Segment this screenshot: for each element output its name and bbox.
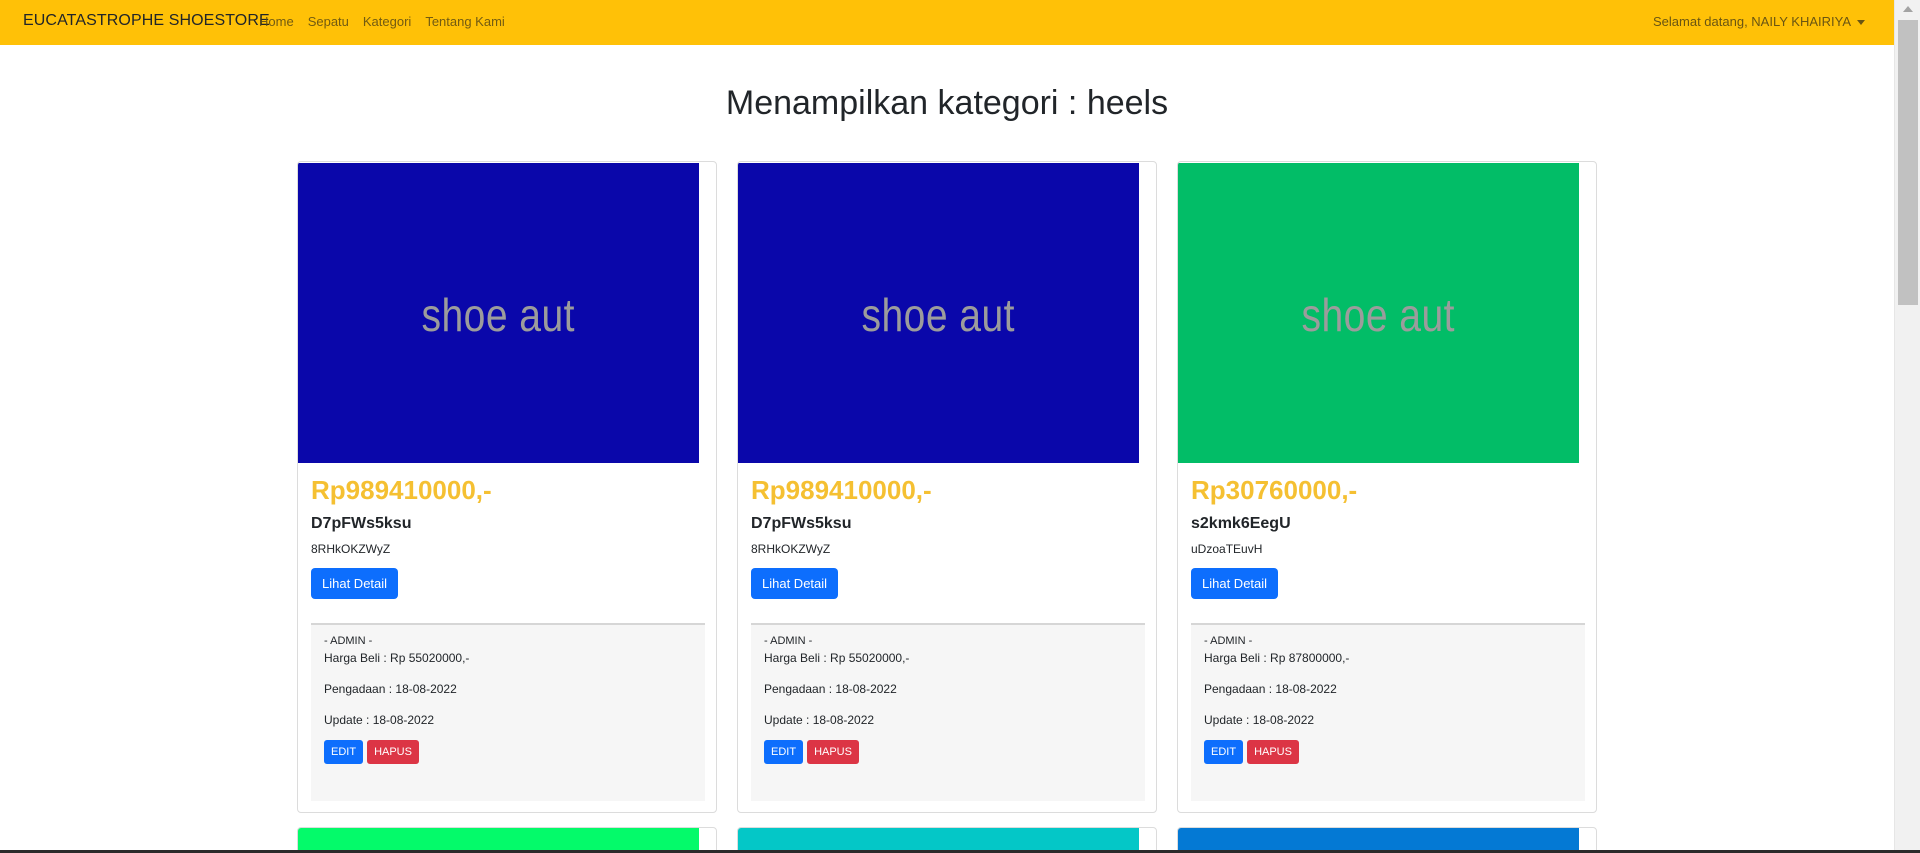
edit-button[interactable]: EDIT [1204,740,1244,764]
admin-actions: EDIT HAPUS [324,740,692,764]
admin-actions: EDIT HAPUS [764,740,1132,764]
product-name: D7pFWs5ksu [751,514,852,532]
nav-link-home[interactable]: Home [259,14,294,29]
brand-logo[interactable]: EUCATASTROPHE SHOESTORE [23,12,270,30]
user-dropdown[interactable]: Selamat datang, NAILY KHAIRIYA [1653,14,1865,29]
navbar: EUCATASTROPHE SHOESTORE Home Sepatu Kate… [0,0,1894,45]
purchase-price: Harga Beli : Rp 55020000,- [764,651,910,665]
product-image: shoe aut [1178,163,1579,463]
admin-label: - ADMIN - [1204,635,1253,647]
delete-button[interactable]: HAPUS [807,740,859,764]
browser-viewport: EUCATASTROPHE SHOESTORE Home Sepatu Kate… [0,0,1920,853]
admin-panel: - ADMIN - Harga Beli : Rp 55020000,- Pen… [751,623,1145,801]
product-name: s2kmk6EegU [1191,514,1291,532]
view-detail-button[interactable]: Lihat Detail [751,567,839,599]
product-card: shoe aut Rp30760000,- s2kmk6EegU uDzoaTE… [1177,161,1597,813]
product-price: Rp989410000,- [311,475,492,505]
procurement-date: Pengadaan : 18-08-2022 [764,682,897,696]
admin-panel: - ADMIN - Harga Beli : Rp 55020000,- Pen… [311,623,705,801]
purchase-price: Harga Beli : Rp 87800000,- [1204,651,1350,665]
nav-links: Home Sepatu Kategori Tentang Kami [259,14,505,29]
page-title: Menampilkan kategori : heels [725,84,1169,122]
edit-button[interactable]: EDIT [764,740,804,764]
procurement-date: Pengadaan : 18-08-2022 [1204,682,1337,696]
purchase-price: Harga Beli : Rp 55020000,- [324,651,470,665]
admin-label: - ADMIN - [764,635,813,647]
scroll-up-arrow-icon[interactable] [1903,6,1913,12]
view-detail-button[interactable]: Lihat Detail [1191,567,1279,599]
product-image: shoe aut [738,163,1139,463]
admin-panel: - ADMIN - Harga Beli : Rp 87800000,- Pen… [1191,623,1585,801]
product-name: D7pFWs5ksu [311,514,412,532]
product-image-text: shoe aut [421,289,576,341]
product-card-body: Rp989410000,- D7pFWs5ksu 8RHkOKZWyZ Liha… [311,476,705,599]
product-code: uDzoaTEuvH [1191,541,1263,556]
update-date: Update : 18-08-2022 [324,713,435,727]
delete-button[interactable]: HAPUS [367,740,419,764]
delete-button[interactable]: HAPUS [1247,740,1299,764]
product-grid: shoe aut Rp989410000,- D7pFWs5ksu 8RHkOK… [297,161,1597,813]
product-price: Rp30760000,- [1191,475,1358,505]
admin-actions: EDIT HAPUS [1204,740,1572,764]
page: EUCATASTROPHE SHOESTORE Home Sepatu Kate… [0,0,1894,853]
update-date: Update : 18-08-2022 [1204,713,1315,727]
product-card: shoe aut Rp989410000,- D7pFWs5ksu 8RHkOK… [737,161,1157,813]
product-code: 8RHkOKZWyZ [311,541,391,556]
nav-link-kategori[interactable]: Kategori [363,14,411,29]
caret-down-icon [1857,19,1865,25]
scrollbar-thumb[interactable] [1898,20,1918,305]
update-date: Update : 18-08-2022 [764,713,875,727]
user-greeting: Selamat datang, NAILY KHAIRIYA [1653,14,1851,29]
procurement-date: Pengadaan : 18-08-2022 [324,682,457,696]
product-card-body: Rp989410000,- D7pFWs5ksu 8RHkOKZWyZ Liha… [751,476,1145,599]
product-image-text: shoe aut [1301,289,1456,341]
product-image: shoe aut [298,163,699,463]
edit-button[interactable]: EDIT [324,740,364,764]
product-image-text: shoe aut [861,289,1016,341]
product-code: 8RHkOKZWyZ [751,541,831,556]
product-card: shoe aut Rp989410000,- D7pFWs5ksu 8RHkOK… [297,161,717,813]
nav-link-sepatu[interactable]: Sepatu [308,14,349,29]
admin-label: - ADMIN - [324,635,373,647]
page-scrollbar[interactable] [1894,0,1920,850]
view-detail-button[interactable]: Lihat Detail [311,567,399,599]
nav-link-tentang-kami[interactable]: Tentang Kami [425,14,505,29]
product-price: Rp989410000,- [751,475,932,505]
product-card-body: Rp30760000,- s2kmk6EegU uDzoaTEuvH Lihat… [1191,476,1585,599]
